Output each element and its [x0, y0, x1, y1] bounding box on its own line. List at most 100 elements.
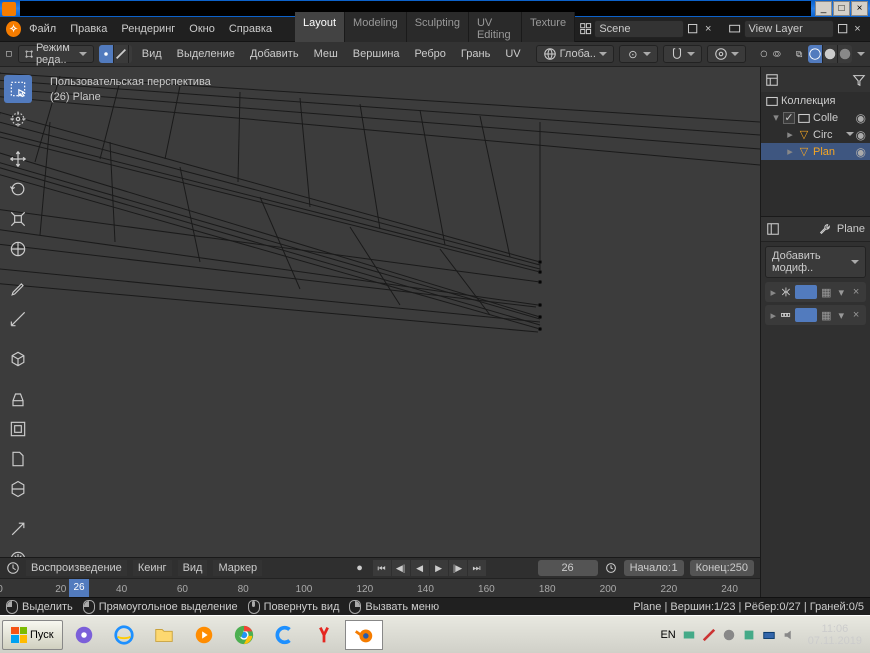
tab-uv[interactable]: UV Editing [469, 12, 522, 46]
add-modifier-dropdown[interactable]: Добавить модиф.. [765, 246, 866, 278]
tool-cursor[interactable] [4, 105, 32, 133]
taskbar-explorer[interactable] [145, 620, 183, 650]
jump-end[interactable]: ⏭ [468, 560, 486, 576]
wireframe-shading[interactable] [808, 45, 823, 63]
delete-viewlayer-icon[interactable]: × [851, 22, 864, 36]
marker-menu[interactable]: Маркер [213, 560, 262, 576]
play-rev[interactable]: ◀ [411, 560, 429, 576]
tab-texture[interactable]: Texture [522, 12, 575, 46]
tool-select[interactable] [4, 75, 32, 103]
delete-scene-icon[interactable]: × [702, 22, 715, 36]
tray-network-icon[interactable] [762, 628, 776, 642]
mod-editmode-icon[interactable]: ▦ [820, 285, 832, 299]
menu-mesh[interactable]: Меш [309, 46, 343, 62]
keying-menu[interactable]: Кеинг [133, 560, 172, 576]
tool-annotate[interactable] [4, 275, 32, 303]
vertex-select[interactable] [99, 45, 114, 63]
tool-knife[interactable] [4, 515, 32, 543]
tool-bevel[interactable] [4, 445, 32, 473]
menu-face[interactable]: Грань [456, 46, 495, 62]
close-button[interactable]: × [851, 1, 868, 16]
timeline-editor-icon[interactable] [6, 561, 20, 575]
blender-logo-icon[interactable]: ✧ [6, 21, 21, 37]
menu-vertex[interactable]: Вершина [348, 46, 405, 62]
menu-render[interactable]: Рендеринг [115, 20, 181, 38]
menu-view-3d[interactable]: Вид [137, 46, 167, 62]
timeline-ruler[interactable]: 26 020406080100120140160180200220240 [0, 578, 760, 597]
start-frame-field[interactable]: Начало:1 [624, 560, 684, 576]
mod-delete-icon[interactable]: × [850, 285, 862, 299]
jump-start[interactable]: ⏮ [373, 560, 391, 576]
matprev-shading[interactable] [838, 45, 852, 63]
taskbar-atom[interactable] [65, 620, 103, 650]
solid-shading[interactable] [823, 45, 838, 63]
disclosure-icon[interactable]: ▸ [769, 286, 777, 299]
disclosure-icon[interactable]: ▸ [785, 145, 795, 158]
menu-file[interactable]: Файл [23, 20, 62, 38]
tab-sculpting[interactable]: Sculpting [407, 12, 469, 46]
orientation-dropdown[interactable]: Глоба.. [536, 45, 614, 63]
viewport-3d[interactable]: Пользовательская перспектива (26) Plane [0, 67, 760, 557]
shading-options[interactable] [857, 52, 865, 60]
menu-add[interactable]: Добавить [245, 46, 304, 62]
mode-dropdown[interactable]: Режим реда.. [18, 45, 94, 63]
prop-edit[interactable] [707, 45, 746, 63]
mod-dropdown-icon[interactable]: ▾ [835, 308, 847, 322]
mod-editmode-icon[interactable]: ▦ [820, 308, 832, 322]
autokey-toggle[interactable]: ● [353, 561, 367, 575]
props-editor-icon[interactable] [766, 222, 780, 236]
overlay-toggle[interactable] [773, 47, 781, 61]
modifier-array[interactable]: ▸ ▦ ▾ × [765, 305, 866, 325]
tool-extrude[interactable] [4, 385, 32, 413]
maximize-button[interactable]: □ [833, 1, 850, 16]
keyframe-next[interactable]: |▶ [449, 560, 467, 576]
tray-icon[interactable] [702, 628, 716, 642]
lang-indicator[interactable]: EN [660, 629, 675, 641]
xray-toggle[interactable] [795, 47, 803, 61]
tool-loopcut[interactable] [4, 475, 32, 503]
gizmo-toggle[interactable] [760, 47, 768, 61]
modifier-mirror[interactable]: ▸ ▦ ▾ × [765, 282, 866, 302]
start-button[interactable]: Пуск [2, 620, 63, 650]
visibility-icon[interactable]: ◉ [856, 128, 866, 142]
pivot-dropdown[interactable]: ⊙ [619, 45, 658, 63]
taskbar-blender[interactable] [345, 620, 383, 650]
play[interactable]: ▶ [430, 560, 448, 576]
outliner-collection[interactable]: ▾ ✓ Colle ◉ [761, 109, 870, 126]
snap-toggle[interactable] [663, 45, 702, 63]
tray-volume-icon[interactable] [782, 628, 796, 642]
end-frame-field[interactable]: Конец:250 [690, 560, 754, 576]
tab-modeling[interactable]: Modeling [345, 12, 407, 46]
tab-layout[interactable]: Layout [295, 12, 345, 46]
new-scene-icon[interactable] [686, 22, 699, 36]
filter-icon[interactable] [852, 73, 866, 87]
tool-transform[interactable] [4, 235, 32, 263]
tool-addcube[interactable] [4, 345, 32, 373]
tray-icon[interactable] [722, 628, 736, 642]
disclosure-icon[interactable]: ▸ [769, 309, 777, 322]
taskbar-wmp[interactable] [185, 620, 223, 650]
viewlayer-field[interactable]: View Layer [744, 20, 834, 38]
playback-menu[interactable]: Воспроизведение [26, 560, 127, 576]
outliner-root[interactable]: Коллекция [761, 92, 870, 109]
taskbar-ie[interactable] [105, 620, 143, 650]
editor-type-icon[interactable] [5, 47, 13, 61]
taskbar-clock[interactable]: 11:06 07.11.2019 [802, 623, 868, 647]
menu-window[interactable]: Окно [183, 20, 221, 38]
tray-icon[interactable] [682, 628, 696, 642]
disclosure-icon[interactable]: ▸ [785, 128, 795, 141]
menu-uv[interactable]: UV [500, 46, 525, 62]
menu-edge[interactable]: Ребро [410, 46, 451, 62]
menu-edit[interactable]: Правка [64, 20, 113, 38]
disclosure-icon[interactable]: ▾ [771, 111, 781, 124]
current-frame-field[interactable]: 26 [538, 560, 598, 576]
tool-polybuild[interactable] [4, 545, 32, 557]
taskbar-yandex[interactable] [305, 620, 343, 650]
mod-delete-icon[interactable]: × [850, 308, 862, 322]
mod-dropdown-icon[interactable]: ▾ [835, 285, 847, 299]
scene-field[interactable]: Scene [594, 20, 684, 38]
menu-help[interactable]: Справка [223, 20, 278, 38]
minimize-button[interactable]: _ [815, 1, 832, 16]
tool-measure[interactable] [4, 305, 32, 333]
taskbar-chrome[interactable] [225, 620, 263, 650]
